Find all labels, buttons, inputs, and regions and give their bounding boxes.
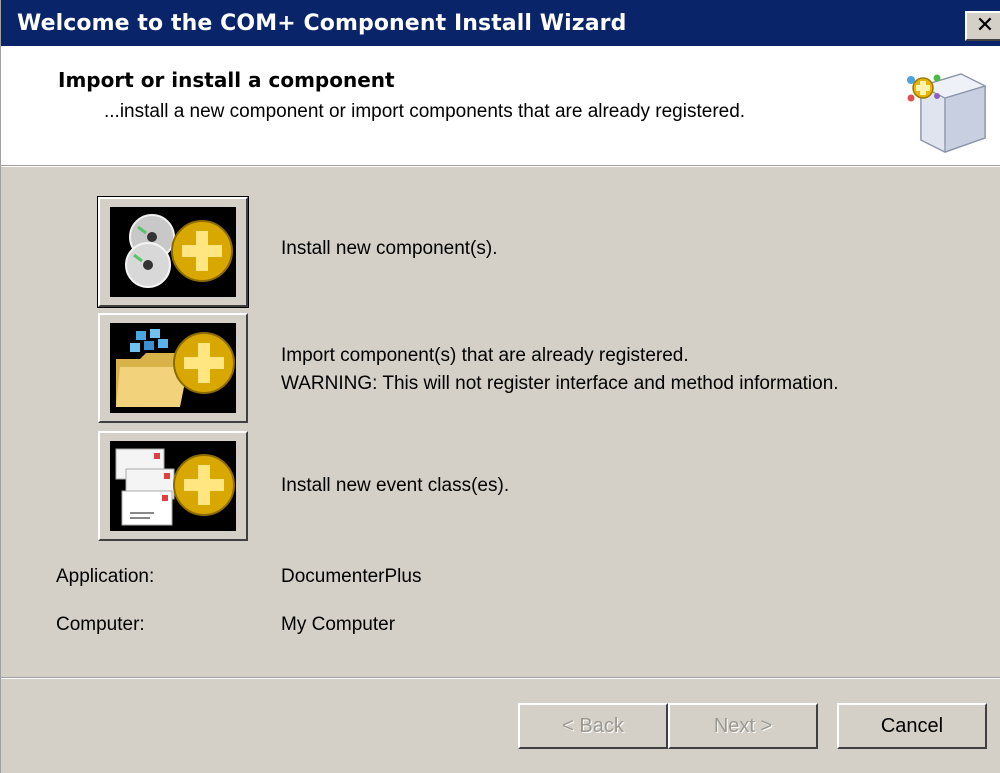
cancel-button[interactable]: Cancel xyxy=(837,703,987,749)
folder-add-icon xyxy=(110,323,236,413)
install-event-class-label: Install new event class(es). xyxy=(281,475,510,496)
application-label: Application: xyxy=(56,566,155,587)
wizard-header: Import or install a component ...install… xyxy=(1,46,1000,166)
computer-label: Computer: xyxy=(56,614,145,635)
close-icon: ✕ xyxy=(975,13,995,38)
import-component-label-line1: Import component(s) that are already reg… xyxy=(281,345,689,366)
install-new-component-label: Install new component(s). xyxy=(281,238,498,259)
package-add-icon xyxy=(907,73,987,153)
cd-add-icon xyxy=(110,207,236,297)
header-divider xyxy=(1,166,1000,167)
import-component-warning: WARNING: This will not register interfac… xyxy=(281,373,839,394)
install-event-class-button[interactable] xyxy=(98,431,248,541)
footer-divider xyxy=(1,677,1000,679)
page-subtitle: ...install a new component or import com… xyxy=(104,101,746,122)
wizard-window: Welcome to the COM+ Component Install Wi… xyxy=(0,0,1000,773)
application-value: DocumenterPlus xyxy=(281,566,422,587)
mail-add-icon xyxy=(110,441,236,531)
title-bar[interactable]: Welcome to the COM+ Component Install Wi… xyxy=(1,0,1000,46)
computer-value: My Computer xyxy=(281,614,396,635)
install-new-component-button[interactable] xyxy=(97,196,249,308)
window-title: Welcome to the COM+ Component Install Wi… xyxy=(17,11,627,36)
back-button[interactable]: < Back xyxy=(518,703,668,749)
next-button[interactable]: Next > xyxy=(668,703,818,749)
page-title: Import or install a component xyxy=(58,68,395,92)
close-button[interactable]: ✕ xyxy=(965,11,1000,41)
import-component-button[interactable] xyxy=(98,313,248,423)
